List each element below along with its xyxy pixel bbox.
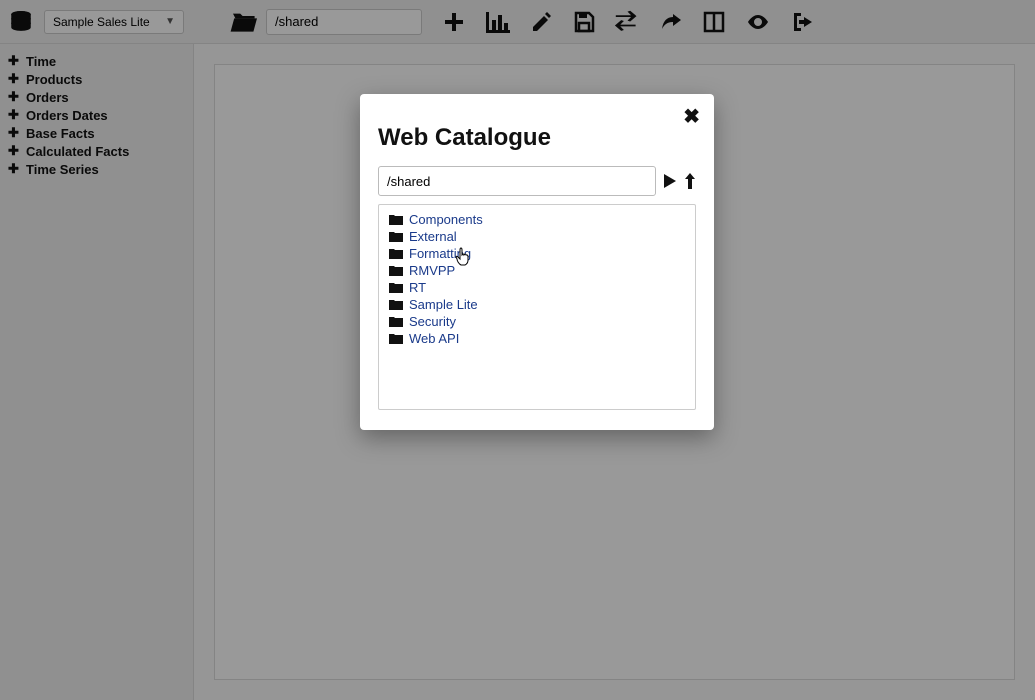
folder-label: Formatting (409, 246, 471, 261)
folder-label: Components (409, 212, 483, 227)
folder-item-components[interactable]: Components (389, 211, 685, 228)
folder-item-sample-lite[interactable]: Sample Lite (389, 296, 685, 313)
folder-list: Components External Formatting RMVPP RT … (378, 204, 696, 410)
folder-label: RT (409, 280, 426, 295)
folder-label: External (409, 229, 457, 244)
folder-label: RMVPP (409, 263, 455, 278)
folder-item-security[interactable]: Security (389, 313, 685, 330)
folder-item-web-api[interactable]: Web API (389, 330, 685, 347)
folder-label: Web API (409, 331, 459, 346)
close-icon[interactable]: ✖ (683, 104, 700, 129)
go-icon[interactable] (664, 174, 676, 188)
modal-path-input[interactable] (378, 166, 656, 196)
modal-path-row (378, 166, 696, 196)
folder-label: Sample Lite (409, 297, 478, 312)
up-level-icon[interactable] (684, 173, 696, 189)
folder-item-rt[interactable]: RT (389, 279, 685, 296)
folder-item-formatting[interactable]: Formatting (389, 245, 685, 262)
folder-label: Security (409, 314, 456, 329)
modal-title: Web Catalogue (378, 124, 696, 152)
web-catalogue-modal: ✖ Web Catalogue Components External Form… (360, 94, 714, 430)
folder-item-rmvpp[interactable]: RMVPP (389, 262, 685, 279)
folder-item-external[interactable]: External (389, 228, 685, 245)
